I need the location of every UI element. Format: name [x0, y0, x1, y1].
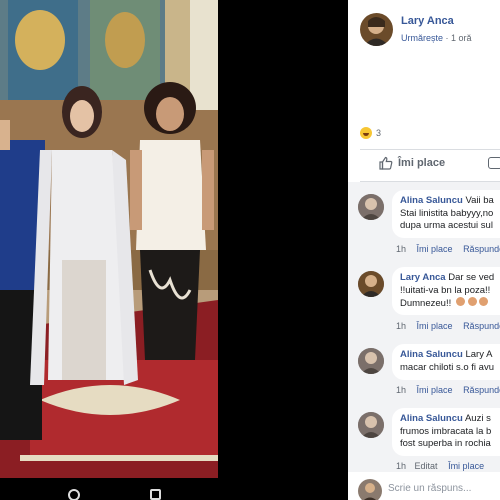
post-author-name[interactable]: Lary Anca [401, 15, 454, 27]
post-panel: Lary Anca Urmărește · 1 oră 3 Îmi place [348, 0, 500, 500]
separator-dot: · [445, 33, 449, 43]
comment-meta: 1h Îmi place Răspunde [396, 244, 500, 254]
comment-text: macar chiloti s.o fi avu [400, 361, 494, 373]
screen: Lary Anca Urmărește · 1 oră 3 Îmi place [0, 0, 500, 500]
viewer-avatar-image [358, 479, 382, 500]
comment-item: Alina Saluncu Vaii ba Stai linistita bab… [348, 186, 500, 262]
comment-item: Alina Saluncu Lary A macar chiloti s.o f… [348, 340, 500, 404]
reaction-summary[interactable]: 3 [360, 127, 381, 139]
commenter-avatar[interactable] [358, 348, 384, 374]
comment-time[interactable]: 1h [396, 385, 406, 395]
comment-text: frumos imbracata la b [400, 425, 492, 437]
comment-time[interactable]: 1h [396, 244, 406, 254]
comment-like-link[interactable]: Îmi place [417, 244, 453, 254]
commenter-avatar[interactable] [358, 412, 384, 438]
comment-icon[interactable] [488, 157, 500, 169]
comment-time[interactable]: 1h [396, 461, 406, 471]
hands-emoji-icon [467, 297, 477, 306]
post-timestamp[interactable]: 1 oră [451, 33, 472, 43]
home-nav-icon[interactable] [68, 489, 80, 500]
comment-like-link[interactable]: Îmi place [448, 461, 484, 471]
follow-link[interactable]: Urmărește [401, 33, 443, 43]
follow-row: Urmărește · 1 oră [401, 33, 472, 43]
photo-viewer [0, 0, 348, 500]
divider [360, 149, 500, 150]
comment-text: dupa urma acestui sul [400, 220, 493, 231]
comment-author[interactable]: Alina Saluncu [400, 349, 463, 360]
comment-reply-link[interactable]: Răspunde [463, 385, 500, 395]
comment-text: Vaii ba [465, 195, 494, 206]
author-avatar-image [360, 13, 393, 46]
like-button-label: Îmi place [398, 157, 446, 169]
recent-apps-icon[interactable] [150, 489, 161, 500]
commenter-avatar[interactable] [358, 271, 384, 297]
author-avatar[interactable] [360, 13, 393, 46]
hands-emoji-icon [479, 297, 489, 306]
comment-text: Stai linistita babyyy,no [400, 207, 494, 219]
comment-meta: 1h Îmi place Răspunde [396, 321, 500, 331]
commenter-avatar-image [358, 194, 384, 220]
viewer-avatar [358, 479, 382, 500]
comment-item: Alina Saluncu Auzi s frumos imbracata la… [348, 404, 500, 474]
comment-meta: 1h Îmi place Răspunde [396, 385, 500, 395]
comment-reply-link[interactable]: Răspunde [463, 244, 500, 254]
wedding-photo-image [0, 0, 218, 478]
comment-text: !!uitati-va bn la poza!! [400, 284, 491, 296]
comment-like-link[interactable]: Îmi place [417, 385, 453, 395]
comment-text: Auzi s [464, 413, 491, 424]
system-nav-bar [0, 478, 348, 500]
commenter-avatar-image [358, 412, 384, 438]
comment-text: fost superba in rochia [400, 438, 491, 449]
comment-reply-link[interactable]: Răspunde [463, 321, 500, 331]
commenter-avatar-image [358, 271, 384, 297]
comment-bubble: Alina Saluncu Lary A macar chiloti s.o f… [392, 344, 500, 380]
comment-author[interactable]: Alina Saluncu [400, 195, 463, 206]
post-header: Lary Anca Urmărește · 1 oră [348, 0, 500, 60]
post-photo[interactable] [0, 0, 218, 478]
like-button[interactable]: Îmi place [379, 156, 445, 170]
commenter-avatar-image [358, 348, 384, 374]
comment-text: Dar se ved [448, 272, 495, 283]
comment-bubble: Lary Anca Dar se ved !!uitati-va bn la p… [392, 267, 500, 315]
comment-item: Lary Anca Dar se ved !!uitati-va bn la p… [348, 263, 500, 339]
comment-edited-label[interactable]: Editat [415, 461, 438, 471]
comment-meta: 1h Editat Îmi place [396, 461, 484, 471]
comment-time[interactable]: 1h [396, 321, 406, 331]
comment-bubble: Alina Saluncu Vaii ba Stai linistita bab… [392, 190, 500, 238]
comment-text: Lary A [465, 349, 493, 360]
reply-input[interactable]: Scrie un răspuns... [388, 483, 471, 494]
comment-bubble: Alina Saluncu Auzi s frumos imbracata la… [392, 408, 500, 456]
commenter-avatar[interactable] [358, 194, 384, 220]
comment-like-link[interactable]: Îmi place [417, 321, 453, 331]
hands-emoji-icon [455, 297, 465, 306]
reaction-count: 3 [376, 128, 382, 138]
comment-text: Dumnezeu!! [400, 298, 452, 309]
comment-author[interactable]: Alina Saluncu [400, 413, 463, 424]
comment-author[interactable]: Lary Anca [400, 272, 446, 283]
haha-reaction-icon [360, 127, 372, 139]
thumbs-up-icon [379, 156, 393, 170]
